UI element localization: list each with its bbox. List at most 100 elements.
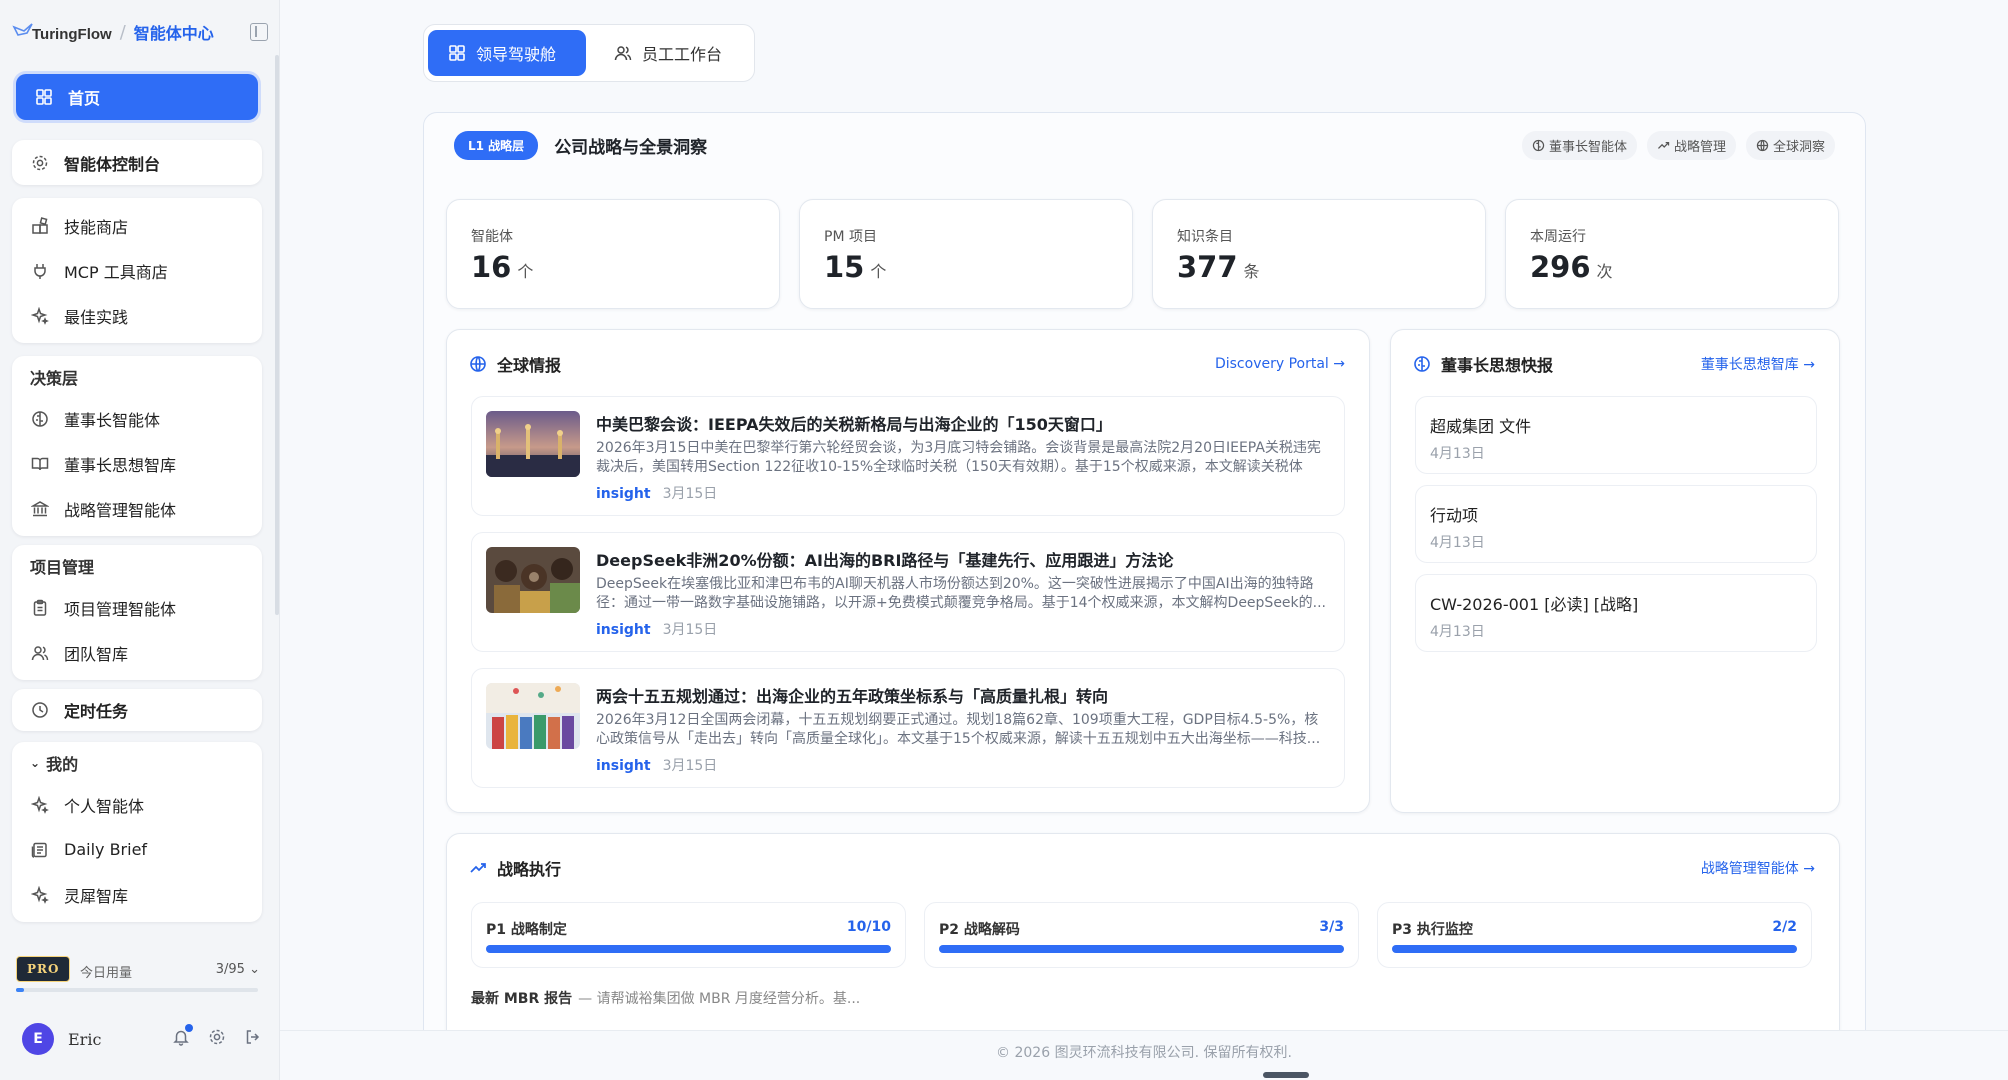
users-icon [614,46,632,61]
chairman-thinktank-link[interactable]: 董事长思想智库 → [1701,354,1815,374]
phase-progress-bar [486,945,891,953]
discovery-portal-link[interactable]: Discovery Portal → [1215,356,1345,372]
group-label: 决策层 [30,369,79,388]
sidebar-item-personal-agent[interactable]: 个人智能体 [12,782,262,827]
user-name: Eric [68,1029,102,1049]
group-label: 我的 [46,755,79,774]
sparkle-icon [30,885,50,905]
strategy-panel: L1 战略层 公司战略与全景洞察 董事长智能体 战略管理 全球洞察 智能体 16… [423,112,1866,1080]
news-title: 两会十五五规划通过：出海企业的五年政策坐标系与「高质量扎根」转向 [596,687,1109,706]
stat-label: 知识条目 [1177,229,1233,245]
stat-card-pm-projects[interactable]: PM 项目 15 个 [799,199,1133,309]
sidebar-header: TuringFlow / 智能体中心 [12,12,268,52]
sidebar-item-skill-store[interactable]: 技能商店 [12,203,262,248]
stat-card-knowledge[interactable]: 知识条目 377 条 [1152,199,1486,309]
book-open-icon [30,454,50,474]
phase-name: P3 执行监控 [1392,922,1473,938]
logo[interactable]: TuringFlow [12,21,112,43]
sidebar-item-label: 董事长思想智库 [64,455,177,475]
list-item[interactable]: 两会十五五规划通过：出海企业的五年政策坐标系与「高质量扎根」转向 2026年3月… [471,668,1345,788]
avatar[interactable]: E [22,1023,54,1055]
news-thumbnail [486,547,580,613]
sidebar-item-lingxi-thinktank[interactable]: 灵犀智库 [12,872,262,917]
sidebar-item-mcp-store[interactable]: MCP 工具商店 [12,248,262,293]
sidebar-item-team-thinktank[interactable]: 团队智库 [12,630,262,675]
logout-icon[interactable] [244,1028,262,1050]
stat-label: 智能体 [471,229,513,245]
decision-group: 决策层 董事长智能体 董事长思想智库 战略管理智能体 [12,356,262,536]
global-intel-card: 全球情报 Discovery Portal → 中美巴黎会谈：IEEPA失效后的… [446,329,1370,813]
scheduled-card: 定时任务 [12,689,262,731]
globe-icon [1756,139,1769,151]
thought-date: 4月13日 [1430,535,1485,551]
news-date: 3月15日 [662,622,718,638]
chip-global-insight[interactable]: 全球洞察 [1745,130,1835,160]
mine-group-toggle[interactable]: ⌄ 我的 [12,744,262,782]
sparkle-icon [30,795,50,815]
chip-strategy[interactable]: 战略管理 [1646,130,1736,160]
blocks-icon [30,216,50,236]
chevron-down-icon: ⌄ [249,962,260,977]
usage-label: 今日用量 [80,966,133,981]
sidebar-item-label: 首页 [68,89,101,108]
stat-card-agents[interactable]: 智能体 16 个 [446,199,780,309]
sidebar-item-label: 定时任务 [64,702,129,721]
thought-date: 4月13日 [1430,446,1485,462]
tab-leader-cockpit[interactable]: 领导驾驶舱 [428,30,586,76]
stat-value: 16 个 [471,250,534,284]
usage-meter[interactable]: PRO 今日用量 3/95 ⌄ [14,952,264,992]
phase-card[interactable]: P3 执行监控 2/2 [1377,902,1812,968]
sidebar-item-best-practice[interactable]: 最佳实践 [12,293,262,338]
list-item[interactable]: CW-2026-001 [必读] [战略] 4月13日 [1415,574,1817,652]
sidebar: TuringFlow / 智能体中心 首页 智能体控制台 技能商店 MCP 工具… [0,0,280,1080]
sidebar-scrollbar[interactable] [275,55,279,615]
list-item[interactable]: 超威集团 文件 4月13日 [1415,396,1817,474]
sidebar-item-scheduled[interactable]: 定时任务 [12,689,262,731]
tab-staff-workbench[interactable]: 员工工作台 [594,30,742,76]
settings-gear-icon[interactable] [208,1028,226,1050]
sidebar-item-chairman-thinktank[interactable]: 董事长思想智库 [12,441,262,486]
phase-progress-fill [486,945,891,953]
news-thumbnail [486,411,580,477]
list-item[interactable]: 中美巴黎会谈：IEEPA失效后的关税新格局与出海企业的「150天窗口」 2026… [471,396,1345,516]
chip-chairman-agent[interactable]: 董事长智能体 [1521,130,1637,160]
latest-mbr-report[interactable]: 最新 MBR 报告 — 请帮诚裕集团做 MBR 月度经营分析。基... [471,988,860,1008]
sidebar-item-pm-agent[interactable]: 项目管理智能体 [12,585,262,630]
list-item[interactable]: DeepSeek非洲20%份额：AI出海的BRI路径与「基建先行、应用跟进」方法… [471,532,1345,652]
list-item[interactable]: 行动项 4月13日 [1415,485,1817,563]
bank-icon [30,499,50,519]
usage-progress-fill [16,988,24,992]
clipboard-icon [30,598,50,618]
stat-value: 377 条 [1177,250,1260,284]
mode-switch: 领导驾驶舱 员工工作台 [423,24,755,82]
card-title: 全球情报 [497,356,562,375]
strategy-agent-link[interactable]: 战略管理智能体 → [1701,858,1815,878]
sidebar-item-label: 最佳实践 [64,307,129,327]
collapse-sidebar-icon[interactable] [250,23,268,41]
phase-card[interactable]: P2 战略解码 3/3 [924,902,1359,968]
sidebar-item-label: 智能体控制台 [64,154,161,174]
news-tag: insight [596,486,651,502]
phase-card[interactable]: P1 战略制定 10/10 [471,902,906,968]
phase-progress-bar [1392,945,1797,953]
sidebar-item-console[interactable]: 智能体控制台 [12,140,262,185]
bell-icon[interactable] [172,1024,193,1050]
card-title: 董事长思想快报 [1441,356,1554,375]
news-title: DeepSeek非洲20%份额：AI出海的BRI路径与「基建先行、应用跟进」方法… [596,551,1174,570]
footer: © 2026 图灵环流科技有限公司. 保留所有权利. [280,1030,2008,1080]
sidebar-item-chairman-agent[interactable]: 董事长智能体 [12,396,262,441]
stat-label: 本周运行 [1530,229,1586,245]
phase-count: 10/10 [846,919,891,935]
sidebar-item-strategy-agent[interactable]: 战略管理智能体 [12,486,262,531]
grid-icon [34,87,54,107]
logo-text: TuringFlow [32,26,112,43]
chevron-down-icon: ⌄ [30,756,41,770]
stat-card-weekly-runs[interactable]: 本周运行 296 次 [1505,199,1839,309]
users-icon [30,643,50,663]
chairman-thoughts-card: 董事长思想快报 董事长思想智库 → 超威集团 文件 4月13日 行动项 4月13… [1390,329,1840,813]
card-header: 全球情报 Discovery Portal → [469,352,1345,376]
usage-count: 3/95 ⌄ [215,962,260,977]
sidebar-item-daily-brief[interactable]: Daily Brief [12,827,262,872]
sidebar-item-home[interactable]: 首页 [16,74,258,120]
group-label: 项目管理 [30,558,95,577]
